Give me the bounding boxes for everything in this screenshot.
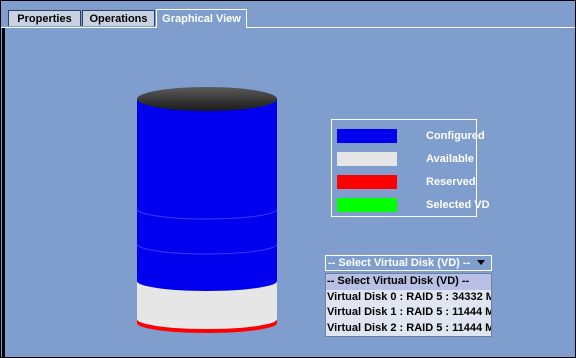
- dropdown-option[interactable]: Virtual Disk 2 : RAID 5 : 11444 MB: [326, 321, 491, 337]
- chevron-down-icon[interactable]: [477, 260, 485, 265]
- legend-swatch-reserved: [337, 175, 397, 189]
- legend-swatch-configured: [337, 129, 397, 143]
- legend: Configured Available Reserved Selected V…: [331, 119, 490, 217]
- dropdown-option[interactable]: Virtual Disk 1 : RAID 5 : 11444 MB: [326, 305, 491, 321]
- virtual-disk-select-value: -- Select Virtual Disk (VD) --: [328, 257, 471, 269]
- legend-swatch-available: [337, 152, 397, 166]
- graphical-view-panel: Properties Operations Graphical View Con…: [0, 0, 576, 358]
- virtual-disk-dropdown-list: -- Select Virtual Disk (VD) -- Virtual D…: [325, 273, 492, 337]
- legend-label-reserved: Reserved: [426, 176, 476, 188]
- dropdown-option[interactable]: Virtual Disk 0 : RAID 5 : 34332 MB: [326, 290, 491, 306]
- cylinder-top: [137, 87, 277, 111]
- virtual-disk-select[interactable]: -- Select Virtual Disk (VD) --: [325, 255, 492, 271]
- legend-item-configured: Configured: [337, 129, 485, 143]
- legend-swatch-selected-vd: [337, 198, 397, 212]
- legend-label-available: Available: [426, 153, 474, 165]
- legend-item-available: Available: [337, 152, 477, 166]
- legend-item-reserved: Reserved: [337, 175, 477, 189]
- legend-item-selected-vd: Selected VD: [337, 198, 490, 212]
- dropdown-option[interactable]: -- Select Virtual Disk (VD) --: [326, 274, 491, 290]
- legend-label-configured: Configured: [426, 130, 485, 142]
- legend-label-selected-vd: Selected VD: [426, 199, 490, 211]
